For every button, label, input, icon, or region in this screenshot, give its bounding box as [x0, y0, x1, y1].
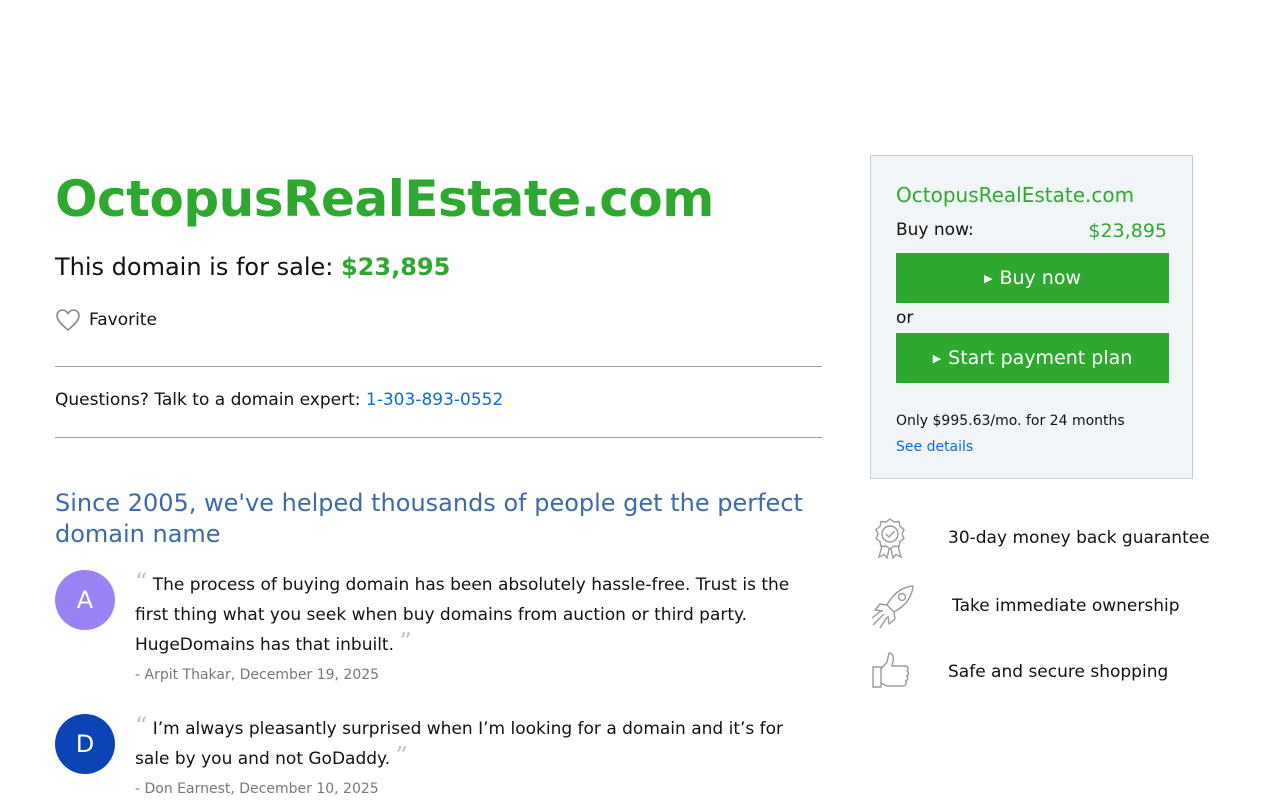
payment-plan-button-label: Start payment plan	[948, 347, 1133, 369]
sale-prefix: This domain is for sale:	[55, 253, 341, 281]
monthly-text: Only $995.63/mo. for 24 months	[896, 413, 1125, 429]
open-quote-icon: “	[135, 568, 148, 596]
review-text: The process of buying domain has been ab…	[135, 575, 790, 655]
divider	[55, 437, 822, 438]
sale-line: This domain is for sale: $23,895	[55, 253, 450, 281]
questions-text: Questions? Talk to a domain expert:	[55, 390, 366, 410]
caret-right-icon: ▶	[932, 351, 942, 365]
purchase-box: OctopusRealEstate.com Buy now: $23,895 ▶…	[870, 155, 1193, 479]
review-quote: “ The process of buying domain has been …	[135, 570, 815, 660]
award-ribbon-icon	[875, 518, 905, 560]
since-heading: Since 2005, we've helped thousands of pe…	[55, 489, 803, 548]
review-byline: - Don Earnest, December 10, 2025	[135, 781, 379, 797]
caret-right-icon: ▶	[983, 271, 993, 285]
review-text: I’m always pleasantly surprised when I’m…	[135, 719, 784, 769]
feature-text: 30-day money back guarantee	[948, 528, 1210, 548]
favorite-label: Favorite	[89, 310, 157, 330]
domain-title: OctopusRealEstate.com	[55, 170, 714, 228]
buy-now-button-label: Buy now	[999, 267, 1082, 289]
or-text: or	[896, 308, 914, 328]
avatar: A	[55, 570, 115, 630]
rocket-icon	[871, 585, 914, 629]
phone-link[interactable]: 1-303-893-0552	[366, 390, 503, 410]
sale-price: $23,895	[340, 253, 451, 281]
feature-money-back: 30-day money back guarantee	[870, 516, 1210, 560]
open-quote-icon: “	[135, 712, 148, 740]
thumbs-up-icon	[872, 652, 910, 688]
avatar: D	[55, 714, 115, 774]
close-quote-icon: ”	[395, 742, 408, 770]
buy-now-button[interactable]: ▶ Buy now	[896, 253, 1169, 303]
buy-now-price: $23,895	[1088, 220, 1167, 242]
see-details-link[interactable]: See details	[896, 439, 973, 455]
feature-secure: Safe and secure shopping	[870, 650, 1200, 694]
feature-ownership: Take immediate ownership	[870, 584, 1200, 629]
divider	[55, 366, 822, 367]
close-quote-icon: ”	[399, 628, 412, 656]
heart-icon	[55, 308, 81, 332]
review-quote: “ I’m always pleasantly surprised when I…	[135, 714, 815, 774]
buy-now-label: Buy now:	[896, 220, 974, 240]
questions-line: Questions? Talk to a domain expert: 1-30…	[55, 390, 503, 410]
feature-text: Safe and secure shopping	[948, 662, 1169, 682]
feature-text: Take immediate ownership	[952, 596, 1180, 616]
review-byline: - Arpit Thakar, December 19, 2025	[135, 667, 380, 683]
box-domain: OctopusRealEstate.com	[896, 183, 1135, 207]
payment-plan-button[interactable]: ▶ Start payment plan	[896, 333, 1169, 383]
favorite-button[interactable]: Favorite	[55, 308, 157, 332]
